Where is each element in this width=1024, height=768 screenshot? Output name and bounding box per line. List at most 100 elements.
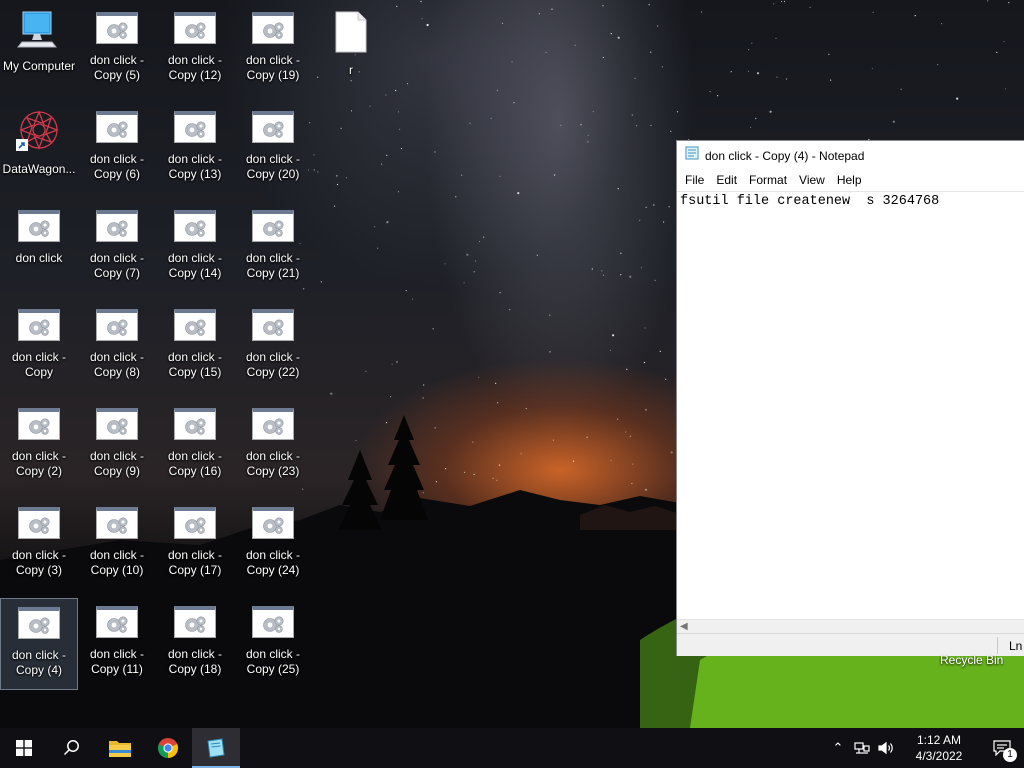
desktop-icon-label: don click - Copy (3) — [11, 548, 67, 577]
notepad-text-area[interactable]: fsutil file createnew s 3264768 — [677, 191, 1024, 619]
desktop-icon[interactable]: don click - Copy (7) — [78, 202, 156, 294]
file-explorer-button[interactable] — [96, 728, 144, 768]
settings-file-icon — [174, 606, 216, 638]
settings-file-icon — [96, 12, 138, 44]
desktop-icon-label: don click - Copy (21) — [245, 251, 301, 280]
settings-file-icon — [96, 111, 138, 143]
settings-file-icon — [252, 606, 294, 638]
desktop-icon[interactable]: don click - Copy (8) — [78, 301, 156, 393]
menu-help[interactable]: Help — [831, 173, 868, 187]
settings-file-icon — [252, 210, 294, 242]
notification-count-badge: 1 — [1003, 748, 1017, 762]
settings-file-icon — [252, 408, 294, 440]
settings-file-icon — [18, 408, 60, 440]
desktop-icon[interactable]: don click - Copy (23) — [234, 400, 312, 492]
desktop-icon-label: don click - Copy (2) — [11, 449, 67, 478]
settings-file-icon — [96, 507, 138, 539]
desktop-icon[interactable]: don click - Copy (11) — [78, 598, 156, 690]
horizontal-scrollbar[interactable]: ◀ — [677, 619, 1024, 633]
notepad-titlebar[interactable]: don click - Copy (4) - Notepad — [677, 141, 1024, 170]
desktop-icon[interactable]: don click - Copy (24) — [234, 499, 312, 591]
chrome-button[interactable] — [144, 728, 192, 768]
desktop-icon[interactable]: don click - Copy (9) — [78, 400, 156, 492]
chevron-up-icon[interactable]: ⌃ — [826, 728, 850, 768]
menu-view[interactable]: View — [793, 173, 831, 187]
desktop-icon[interactable]: don click - Copy (22) — [234, 301, 312, 393]
desktop-icon[interactable]: don click - Copy (14) — [156, 202, 234, 294]
action-center-button[interactable]: 1 — [980, 728, 1024, 768]
desktop-icon[interactable]: DataWagon... — [0, 103, 78, 195]
desktop-icon-label: don click — [15, 251, 63, 265]
desktop-icon[interactable]: don click - Copy (3) — [0, 499, 78, 591]
menu-edit[interactable]: Edit — [710, 173, 743, 187]
desktop-icon[interactable]: don click - Copy (2) — [0, 400, 78, 492]
settings-file-icon — [18, 507, 60, 539]
settings-file-icon — [252, 12, 294, 44]
desktop-icon-label: don click - Copy (18) — [167, 647, 223, 676]
desktop-icon[interactable]: don click - Copy (4) — [0, 598, 78, 690]
desktop-icon-label: don click - Copy (7) — [89, 251, 145, 280]
desktop-icon-label: don click - Copy (16) — [167, 449, 223, 478]
desktop-icon[interactable]: don click — [0, 202, 78, 294]
desktop-icon[interactable]: don click - Copy (5) — [78, 4, 156, 96]
desktop-icon[interactable]: don click - Copy (10) — [78, 499, 156, 591]
search-button[interactable] — [48, 728, 96, 768]
clock-date: 4/3/2022 — [915, 749, 963, 763]
desktop-icon-label: don click - Copy (24) — [245, 548, 301, 577]
notepad-app-icon — [685, 146, 699, 165]
settings-file-icon — [252, 111, 294, 143]
desktop-icon[interactable]: don click - Copy (21) — [234, 202, 312, 294]
desktop-icon[interactable]: don click - Copy (6) — [78, 103, 156, 195]
desktop-icon[interactable]: don click - Copy (13) — [156, 103, 234, 195]
desktop-icon[interactable]: don click - Copy (12) — [156, 4, 234, 96]
scroll-left-icon[interactable]: ◀ — [680, 621, 688, 632]
start-button[interactable] — [0, 728, 48, 768]
settings-file-icon — [174, 12, 216, 44]
menu-file[interactable]: File — [679, 173, 710, 187]
desktop-icon[interactable]: don click - Copy (20) — [234, 103, 312, 195]
notepad-icon — [207, 738, 225, 758]
file-explorer-icon — [109, 741, 131, 757]
windows-logo-icon — [16, 740, 32, 756]
desktop-icon[interactable]: don click - Copy (18) — [156, 598, 234, 690]
desktop-icon-label: don click - Copy (14) — [167, 251, 223, 280]
desktop-icon-label: My Computer — [2, 59, 76, 73]
desktop-icon-label: r — [349, 63, 353, 77]
desktop-icon[interactable]: don click - Copy (25) — [234, 598, 312, 690]
settings-file-icon — [18, 607, 60, 639]
desktop-icon[interactable]: don click - Copy — [0, 301, 78, 393]
desktop-icon-label: don click - Copy (4) — [11, 648, 67, 677]
desktop-icon-label: DataWagon... — [2, 162, 76, 176]
desktop-icon-label: don click - Copy (13) — [167, 152, 223, 181]
menu-format[interactable]: Format — [743, 173, 793, 187]
desktop-icon[interactable]: don click - Copy (19) — [234, 4, 312, 96]
network-icon[interactable] — [850, 728, 874, 768]
notepad-taskbar-button[interactable] — [192, 728, 240, 768]
system-tray: ⌃ 1:12 AM 4/3/2022 1 — [826, 728, 1024, 768]
chrome-icon — [157, 738, 179, 759]
notepad-window[interactable]: don click - Copy (4) - Notepad File Edit… — [676, 140, 1024, 656]
volume-icon[interactable] — [874, 728, 898, 768]
clock[interactable]: 1:12 AM 4/3/2022 — [898, 732, 980, 764]
status-divider — [997, 637, 998, 654]
clock-time: 1:12 AM — [916, 733, 962, 747]
notepad-menubar: File Edit Format View Help — [677, 170, 1024, 190]
desktop-icon[interactable]: don click - Copy (15) — [156, 301, 234, 393]
search-icon — [63, 740, 79, 756]
settings-file-icon — [252, 309, 294, 341]
recycle-bin-label[interactable]: Recycle Bin — [940, 653, 1003, 667]
blank-file-icon — [335, 11, 367, 53]
settings-file-icon — [174, 210, 216, 242]
settings-file-icon — [174, 507, 216, 539]
desktop-icon[interactable]: My Computer — [0, 4, 78, 96]
desktop-icon[interactable]: don click - Copy (16) — [156, 400, 234, 492]
settings-file-icon — [18, 210, 60, 242]
desktop-icon-label: don click - Copy (22) — [245, 350, 301, 379]
settings-file-icon — [96, 606, 138, 638]
notepad-title: don click - Copy (4) - Notepad — [705, 148, 865, 163]
desktop-icon[interactable]: r — [312, 4, 390, 96]
desktop-icon[interactable]: don click - Copy (17) — [156, 499, 234, 591]
settings-file-icon — [252, 507, 294, 539]
settings-file-icon — [96, 210, 138, 242]
taskbar: ⌃ 1:12 AM 4/3/2022 1 — [0, 728, 1024, 768]
